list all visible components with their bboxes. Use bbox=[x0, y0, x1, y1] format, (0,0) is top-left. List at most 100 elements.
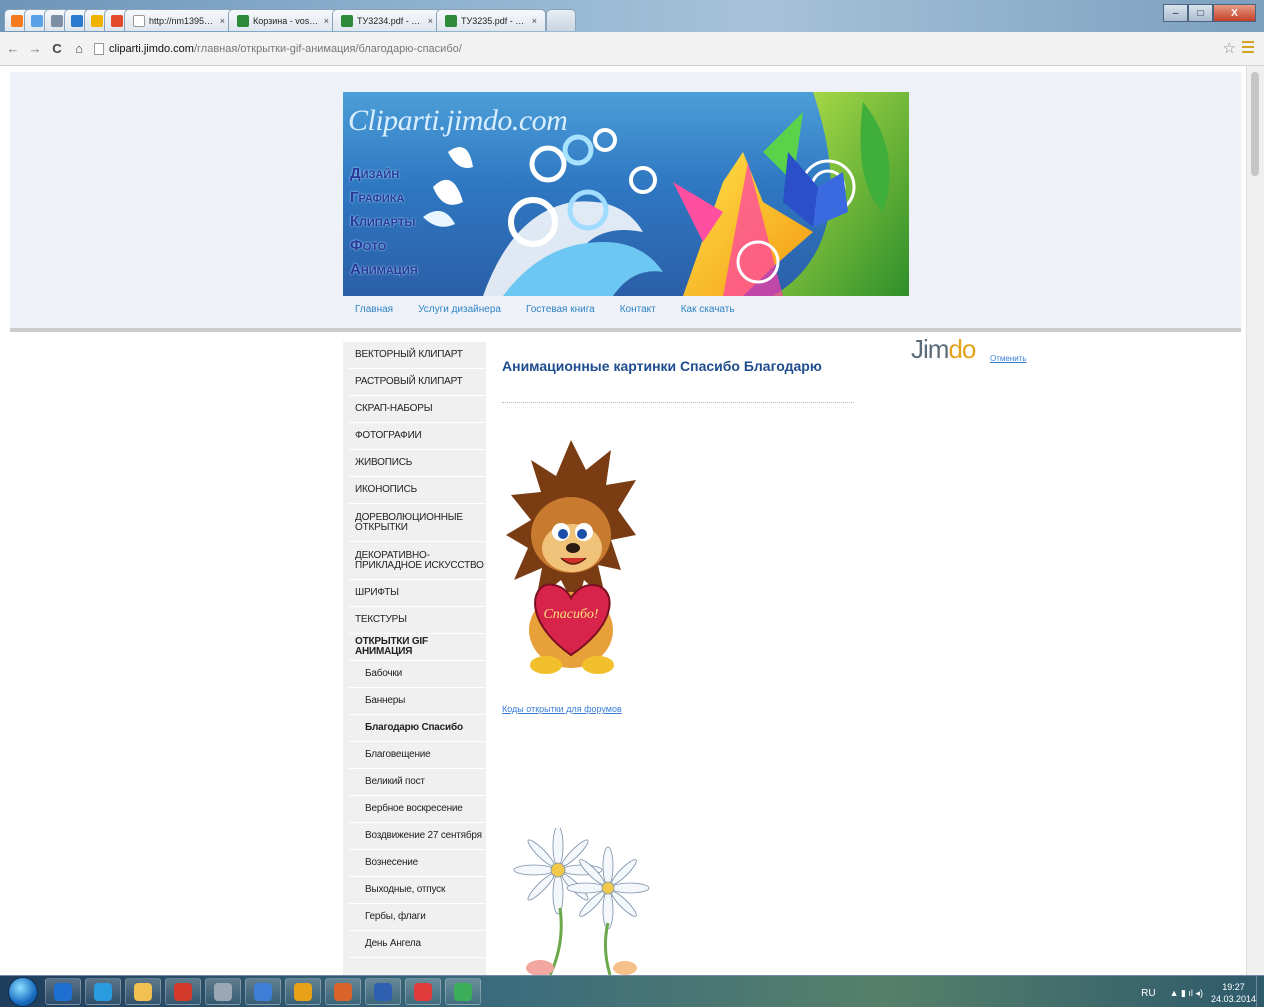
nav-link[interactable]: Как скачать bbox=[681, 304, 735, 315]
sidebar-item[interactable]: ШРИФТЫ bbox=[349, 580, 486, 607]
sidebar-subitem[interactable]: Бабочки bbox=[349, 661, 486, 688]
clock[interactable]: 19:27 24.03.2014 bbox=[1211, 981, 1256, 1005]
tab-favicon-icon bbox=[111, 14, 123, 27]
taskbar-app-button[interactable] bbox=[365, 978, 401, 1005]
jimdo-unsubscribe-link[interactable]: Отменить bbox=[990, 354, 1027, 363]
taskbar-app-button[interactable] bbox=[245, 978, 281, 1005]
banner-brand: Cliparti.jimdo.com bbox=[348, 104, 568, 137]
tray-icons[interactable]: ▲ ▮ ıl ◂) bbox=[1170, 988, 1203, 999]
sidebar-subitem[interactable]: Благодарю Спасибо bbox=[349, 715, 486, 742]
language-indicator[interactable]: RU bbox=[1141, 988, 1155, 999]
tab-close-icon[interactable]: × bbox=[532, 16, 537, 26]
taskbar-app-button[interactable] bbox=[325, 978, 361, 1005]
minimize-button[interactable]: – bbox=[1163, 4, 1188, 22]
taskbar-app-button[interactable] bbox=[405, 978, 441, 1005]
tab-favicon-icon bbox=[91, 14, 103, 27]
taskbar-app-button[interactable] bbox=[85, 978, 121, 1005]
page-viewport: Cliparti.jimdo.com Дизайн Графика Клипарты… bbox=[0, 66, 1264, 975]
address-bar[interactable]: cliparti.jimdo.com/главная/открытки-gif-… bbox=[94, 38, 462, 60]
sidebar-item[interactable]: ИКОНОПИСЬ bbox=[349, 477, 486, 504]
sidebar-subitem[interactable]: Вербное воскресение bbox=[349, 796, 486, 823]
home-icon[interactable]: ⌂ bbox=[70, 40, 88, 58]
tab-favicon-icon bbox=[445, 14, 457, 27]
browser-menu-icon[interactable] bbox=[1242, 41, 1254, 53]
sidebar-subitem[interactable]: Выходные, отпуск bbox=[349, 877, 486, 904]
sidebar-subitem[interactable]: Баннеры bbox=[349, 688, 486, 715]
show-desktop-button[interactable] bbox=[1256, 976, 1264, 1008]
banner-menu-item[interactable]: Графика bbox=[350, 186, 418, 210]
taskbar-app-button[interactable] bbox=[125, 978, 161, 1005]
back-icon[interactable]: ← bbox=[4, 40, 22, 58]
sidebar-item[interactable]: ФОТОГРАФИИ bbox=[349, 423, 486, 450]
app-icon bbox=[54, 982, 72, 1001]
tab-list: http://nm1395674928.sjc...×Корзина - vos… bbox=[4, 9, 576, 32]
browser-tab[interactable]: ТУ3235.pdf - Талантоха-... × bbox=[436, 9, 546, 31]
app-icon bbox=[374, 982, 392, 1001]
sidebar-item[interactable]: ЖИВОПИСЬ bbox=[349, 450, 486, 477]
scrollbar-thumb[interactable] bbox=[1251, 72, 1259, 176]
tab-close-icon[interactable]: × bbox=[428, 16, 433, 26]
sidebar-subitem[interactable]: День Ангела bbox=[349, 931, 486, 958]
taskbar-app-button[interactable] bbox=[205, 978, 241, 1005]
bookmark-star-icon[interactable]: ☆ bbox=[1223, 39, 1236, 57]
forward-icon[interactable]: → bbox=[26, 40, 44, 58]
nav-link[interactable]: Гостевая книга bbox=[526, 304, 595, 315]
banner-menu-item[interactable]: Дизайн bbox=[350, 162, 418, 186]
start-button[interactable] bbox=[8, 977, 38, 1007]
window-controls: – □ X bbox=[1163, 4, 1256, 22]
new-tab-button[interactable] bbox=[546, 9, 576, 31]
tab-close-icon[interactable]: × bbox=[220, 16, 225, 26]
sidebar-item[interactable]: ДЕКОРАТИВНО-ПРИКЛАДНОЕ ИСКУССТВО bbox=[349, 542, 486, 580]
hedgehog-thank-you-gif[interactable]: Спасибо! bbox=[506, 440, 636, 676]
taskbar-app-button[interactable] bbox=[445, 978, 481, 1005]
banner-menu-item[interactable]: Фото bbox=[350, 234, 418, 258]
tab-label: http://nm1395674928.sjc... bbox=[149, 15, 216, 26]
app-icon bbox=[334, 982, 352, 1001]
tab-favicon-icon bbox=[341, 14, 353, 27]
browser-tab[interactable]: ТУ3234.pdf - Талантоха-... × bbox=[332, 9, 442, 31]
reload-icon[interactable]: C bbox=[48, 40, 66, 58]
tab-close-icon[interactable]: × bbox=[324, 16, 329, 26]
nav-link[interactable]: Услуги дизайнера bbox=[418, 304, 501, 315]
sidebar-subitem[interactable]: Гербы, флаги bbox=[349, 904, 486, 931]
daisies-gif[interactable] bbox=[510, 828, 670, 975]
site-banner[interactable]: Cliparti.jimdo.com Дизайн Графика Клипарты… bbox=[343, 92, 909, 296]
taskbar-app-button[interactable] bbox=[165, 978, 201, 1005]
tab-favicon-icon bbox=[31, 14, 43, 27]
forum-codes-link[interactable]: Коды открытки для форумов bbox=[502, 704, 622, 714]
close-window-button[interactable]: X bbox=[1213, 4, 1256, 22]
browser-tab[interactable]: Корзина - vospitalka-olg... × bbox=[228, 9, 338, 31]
sidebar-subitem[interactable]: Благовещение bbox=[349, 742, 486, 769]
page-scrollbar[interactable] bbox=[1246, 66, 1264, 975]
sidebar-menu: ВЕКТОРНЫЙ КЛИПАРТ РАСТРОВЫЙ КЛИПАРТ СКРАП-… bbox=[343, 342, 486, 958]
sidebar-subitem[interactable]: Воздвижение 27 сентября bbox=[349, 823, 486, 850]
browser-tab[interactable]: http://nm1395674928.sjc... × bbox=[124, 9, 234, 31]
tab-label: ТУ3235.pdf - Талантоха-... bbox=[461, 15, 528, 26]
top-navigation: Главная Услуги дизайнера Гостевая книга Кон… bbox=[355, 304, 760, 315]
heart-text: Спасибо! bbox=[543, 607, 598, 622]
address-path: /главная/открытки-gif-анимация/благодарю… bbox=[193, 42, 462, 55]
sidebar-item[interactable]: ОТКРЫТКИ GIF АНИМАЦИЯ bbox=[349, 634, 486, 661]
sidebar-item[interactable]: СКРАП-НАБОРЫ bbox=[349, 396, 486, 423]
jimdo-logo-main: Jim bbox=[911, 334, 949, 364]
tab-favicon-icon bbox=[133, 14, 145, 27]
sidebar-subitem[interactable]: Великий пост bbox=[349, 769, 486, 796]
clock-date: 24.03.2014 bbox=[1210, 994, 1256, 1004]
sidebar-item[interactable]: ТЕКСТУРЫ bbox=[349, 607, 486, 634]
sidebar-subitem[interactable]: Вознесение bbox=[349, 850, 486, 877]
banner-menu-item[interactable]: Анимация bbox=[350, 258, 418, 282]
nav-link[interactable]: Главная bbox=[355, 304, 393, 315]
banner-menu-item[interactable]: Клипарты bbox=[350, 210, 418, 234]
nav-link[interactable]: Контакт bbox=[620, 304, 656, 315]
sidebar-item[interactable]: ВЕКТОРНЫЙ КЛИПАРТ bbox=[349, 342, 486, 369]
maximize-button[interactable]: □ bbox=[1188, 4, 1213, 22]
app-icon bbox=[174, 982, 192, 1001]
sidebar-item[interactable]: РАСТРОВЫЙ КЛИПАРТ bbox=[349, 369, 486, 396]
app-icon bbox=[294, 982, 312, 1001]
tab-favicon-icon bbox=[11, 14, 23, 27]
sidebar-item[interactable]: ДОРЕВОЛЮЦИОННЫЕ ОТКРЫТКИ bbox=[349, 504, 486, 542]
jimdo-logo[interactable]: Jimdo bbox=[911, 334, 976, 365]
taskbar-app-button[interactable] bbox=[45, 978, 81, 1005]
app-icon bbox=[454, 982, 472, 1001]
taskbar-app-button[interactable] bbox=[285, 978, 321, 1005]
